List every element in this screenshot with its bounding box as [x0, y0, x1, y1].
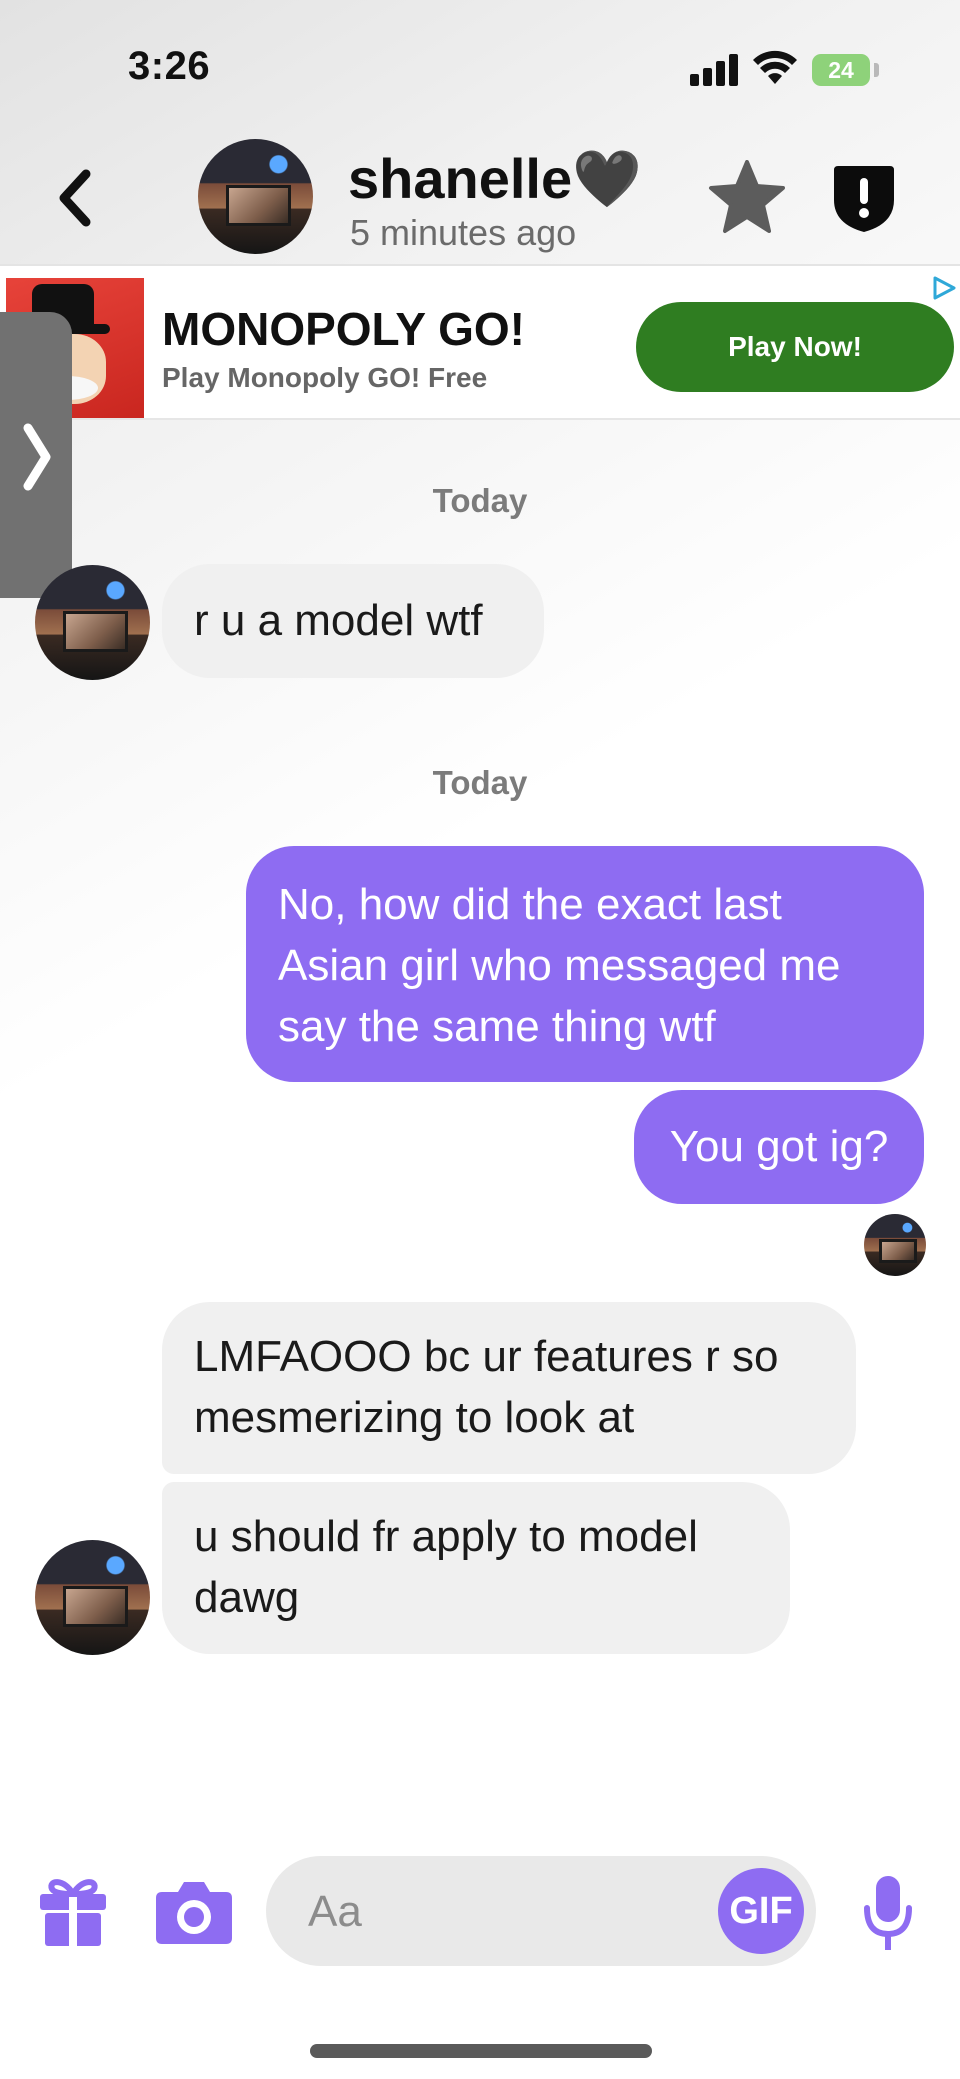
- date-separator: Today: [432, 764, 528, 801]
- read-receipt-avatar: [864, 1214, 926, 1276]
- chat-screen: 3:26 24 shanelle🖤 5 minutes ago MONOPOLY…: [0, 0, 960, 2079]
- message-text-line: say the same thing wtf: [278, 1002, 716, 1051]
- ad-banner[interactable]: MONOPOLY GO! Play Monopoly GO! Free Play…: [0, 266, 960, 420]
- message-composer[interactable]: GIF: [266, 1856, 816, 1966]
- star-icon[interactable]: [708, 160, 786, 234]
- cellular-signal-icon: [690, 52, 740, 86]
- battery-level: 24: [828, 57, 854, 83]
- message-text-line: mesmerizing to look at: [194, 1393, 635, 1442]
- message-text-line: dawg: [194, 1573, 300, 1622]
- last-seen-status: 5 minutes ago: [350, 212, 577, 253]
- status-time: 3:26: [128, 44, 211, 88]
- date-separator: Today: [432, 482, 528, 519]
- message-text-line: LMFAOOO bc ur features r so: [194, 1332, 779, 1381]
- shield-alert-icon[interactable]: [830, 160, 898, 234]
- sender-avatar[interactable]: [35, 565, 150, 680]
- message-bubble-outgoing[interactable]: You got ig?: [634, 1090, 924, 1204]
- microphone-icon[interactable]: [862, 1874, 914, 1954]
- camera-icon[interactable]: [154, 1876, 234, 1946]
- message-text-line: Asian girl who messaged me: [278, 941, 841, 990]
- message-bubble-incoming[interactable]: r u a model wtf: [162, 564, 544, 678]
- ad-title[interactable]: MONOPOLY GO!: [162, 302, 525, 356]
- wifi-icon: [753, 50, 797, 84]
- battery-cap: [874, 63, 879, 77]
- ad-play-now-button[interactable]: Play Now!: [636, 302, 954, 392]
- side-drawer-handle[interactable]: [0, 312, 72, 598]
- gift-icon[interactable]: [36, 1874, 110, 1948]
- gif-button[interactable]: GIF: [718, 1868, 804, 1954]
- adchoices-icon[interactable]: [930, 274, 958, 302]
- message-text: r u a model wtf: [194, 596, 483, 645]
- message-text-line: No, how did the exact last: [278, 880, 782, 929]
- contact-avatar[interactable]: [198, 139, 313, 254]
- home-indicator[interactable]: [310, 2044, 652, 2058]
- message-bubble-outgoing[interactable]: No, how did the exact last Asian girl wh…: [246, 846, 924, 1082]
- message-text: You got ig?: [669, 1122, 889, 1171]
- message-input[interactable]: [306, 1876, 690, 1948]
- back-chevron-icon[interactable]: [52, 166, 96, 230]
- contact-name[interactable]: shanelle🖤: [348, 146, 642, 212]
- message-bubble-incoming[interactable]: u should fr apply to model dawg: [162, 1482, 790, 1654]
- message-bubble-incoming[interactable]: LMFAOOO bc ur features r so mesmerizing …: [162, 1302, 856, 1474]
- ad-subtitle[interactable]: Play Monopoly GO! Free: [162, 362, 487, 394]
- sender-avatar[interactable]: [35, 1540, 150, 1655]
- battery-indicator: 24: [812, 54, 870, 86]
- message-text-line: u should fr apply to model: [194, 1512, 698, 1561]
